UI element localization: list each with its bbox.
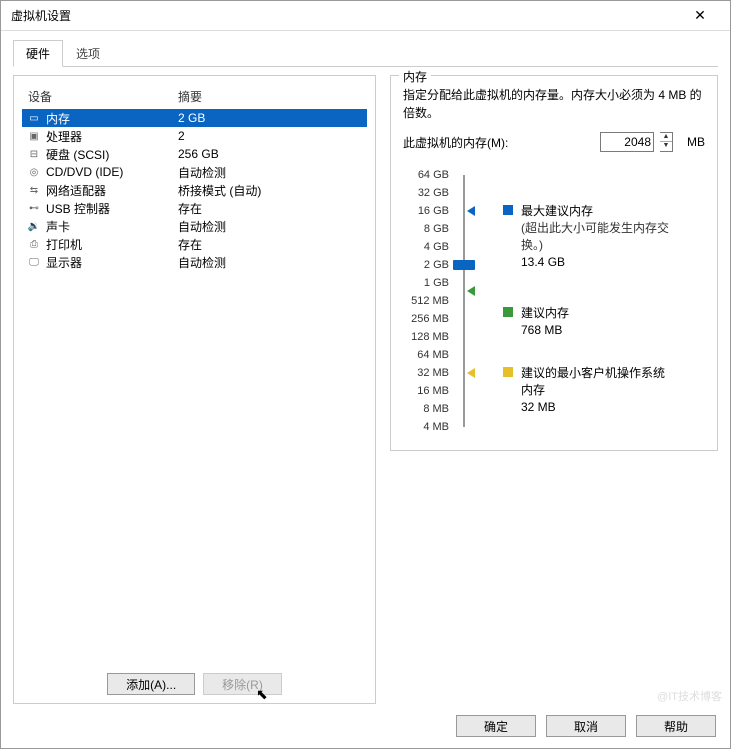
header-device: 设备 — [28, 88, 178, 105]
slider-ticks: 64 GB32 GB16 GB8 GB4 GB2 GB1 GB512 MB256… — [403, 166, 455, 436]
legend-min-swatch — [503, 367, 513, 377]
memory-description: 指定分配给此虚拟机的内存量。内存大小必须为 4 MB 的倍数。 — [403, 86, 705, 122]
legend-max-label: 最大建议内存 — [521, 202, 671, 219]
device-summary: 2 — [178, 129, 367, 143]
device-row-6[interactable]: 🔉 声卡自动检测 — [22, 217, 367, 235]
slider-legend: 最大建议内存 (超出此大小可能发生内存交换。) 13.4 GB 建议内存 768… — [473, 166, 705, 436]
display-icon: 🖵 — [26, 255, 42, 269]
tick-label: 4 GB — [403, 238, 449, 256]
device-row-1[interactable]: ▣ 处理器2 — [22, 127, 367, 145]
device-name: 打印机 — [46, 236, 178, 253]
legend-min-label: 建议的最小客户机操作系统内存 — [521, 364, 671, 398]
device-row-2[interactable]: ⊟ 硬盘 (SCSI)256 GB — [22, 145, 367, 163]
ok-button[interactable]: 确定 — [456, 715, 536, 737]
cpu-icon: ▣ — [26, 129, 42, 143]
device-summary: 自动检测 — [178, 254, 367, 271]
device-name: CD/DVD (IDE) — [46, 165, 178, 179]
tick-label: 16 GB — [403, 202, 449, 220]
tick-label: 64 MB — [403, 346, 449, 364]
device-panel: 设备 摘要 ▭ 内存2 GB ▣ 处理器2 ⊟ 硬盘 (SCSI)256 GB ◎ CD/DV… — [13, 75, 376, 704]
tick-label: 32 GB — [403, 184, 449, 202]
remove-button: 移除(R) — [203, 673, 282, 695]
watermark: @IT技术博客 — [657, 688, 722, 704]
device-row-4[interactable]: ⇆ 网络适配器桥接模式 (自动) — [22, 181, 367, 199]
group-title: 内存 — [399, 68, 431, 85]
device-row-0[interactable]: ▭ 内存2 GB — [22, 109, 367, 127]
network-icon: ⇆ — [26, 183, 42, 197]
tick-label: 4 MB — [403, 418, 449, 436]
device-name: 网络适配器 — [46, 182, 178, 199]
device-summary: 存在 — [178, 236, 367, 253]
spin-down-icon[interactable]: ▼ — [660, 142, 672, 151]
memory-group: 内存 指定分配给此虚拟机的内存量。内存大小必须为 4 MB 的倍数。 此虚拟机的… — [390, 75, 718, 451]
tick-label: 2 GB — [403, 256, 449, 274]
usb-icon: ⊷ — [26, 201, 42, 215]
device-row-8[interactable]: 🖵 显示器自动检测 — [22, 253, 367, 271]
slider-thumb[interactable] — [453, 260, 475, 270]
device-summary: 自动检测 — [178, 164, 367, 181]
device-name: 硬盘 (SCSI) — [46, 146, 178, 163]
device-summary: 2 GB — [178, 111, 367, 125]
device-summary: 桥接模式 (自动) — [178, 182, 367, 199]
legend-max-value: 13.4 GB — [521, 255, 671, 269]
device-summary: 自动检测 — [178, 218, 367, 235]
legend-min-value: 32 MB — [521, 400, 671, 414]
sound-icon: 🔉 — [26, 219, 42, 233]
device-summary: 256 GB — [178, 147, 367, 161]
device-row-3[interactable]: ◎ CD/DVD (IDE)自动检测 — [22, 163, 367, 181]
printer-icon: ⎙ — [26, 237, 42, 251]
column-headers: 设备 摘要 — [22, 84, 367, 109]
device-list: ▭ 内存2 GB ▣ 处理器2 ⊟ 硬盘 (SCSI)256 GB ◎ CD/DVD (IDE… — [22, 109, 367, 665]
memory-icon: ▭ — [26, 111, 42, 125]
legend-rec-label: 建议内存 — [521, 304, 569, 321]
device-name: USB 控制器 — [46, 200, 178, 217]
tick-label: 8 GB — [403, 220, 449, 238]
help-button[interactable]: 帮助 — [636, 715, 716, 737]
tab-options[interactable]: 选项 — [63, 40, 113, 67]
memory-label: 此虚拟机的内存(M): — [403, 134, 508, 151]
device-name: 显示器 — [46, 254, 178, 271]
tick-label: 256 MB — [403, 310, 449, 328]
device-row-5[interactable]: ⊷ USB 控制器存在 — [22, 199, 367, 217]
memory-input[interactable] — [600, 132, 654, 152]
spin-up-icon[interactable]: ▲ — [660, 133, 672, 142]
tab-hardware[interactable]: 硬件 — [13, 40, 63, 67]
device-name: 声卡 — [46, 218, 178, 235]
device-name: 内存 — [46, 110, 178, 127]
device-name: 处理器 — [46, 128, 178, 145]
legend-rec-swatch — [503, 307, 513, 317]
window-title: 虚拟机设置 — [11, 7, 680, 24]
memory-unit: MB — [687, 135, 705, 149]
close-icon[interactable]: ✕ — [680, 7, 720, 24]
tick-label: 128 MB — [403, 328, 449, 346]
add-button[interactable]: 添加(A)... — [107, 673, 195, 695]
tick-label: 512 MB — [403, 292, 449, 310]
tick-label: 32 MB — [403, 364, 449, 382]
legend-max-swatch — [503, 205, 513, 215]
tick-label: 64 GB — [403, 166, 449, 184]
cancel-button[interactable]: 取消 — [546, 715, 626, 737]
device-summary: 存在 — [178, 200, 367, 217]
header-summary: 摘要 — [178, 88, 367, 105]
memory-spinner[interactable]: ▲▼ — [660, 132, 673, 152]
device-row-7[interactable]: ⎙ 打印机存在 — [22, 235, 367, 253]
slider-track-column — [455, 166, 473, 436]
cd-icon: ◎ — [26, 165, 42, 179]
legend-max-note: (超出此大小可能发生内存交换。) — [521, 219, 671, 253]
dialog-footer: 确定 取消 帮助 — [1, 704, 730, 748]
tabstrip: 硬件 选项 — [13, 39, 718, 67]
tick-label: 8 MB — [403, 400, 449, 418]
slider-track[interactable] — [463, 175, 465, 427]
disk-icon: ⊟ — [26, 147, 42, 161]
legend-rec-value: 768 MB — [521, 323, 569, 337]
tick-label: 1 GB — [403, 274, 449, 292]
tick-label: 16 MB — [403, 382, 449, 400]
titlebar: 虚拟机设置 ✕ — [1, 1, 730, 31]
